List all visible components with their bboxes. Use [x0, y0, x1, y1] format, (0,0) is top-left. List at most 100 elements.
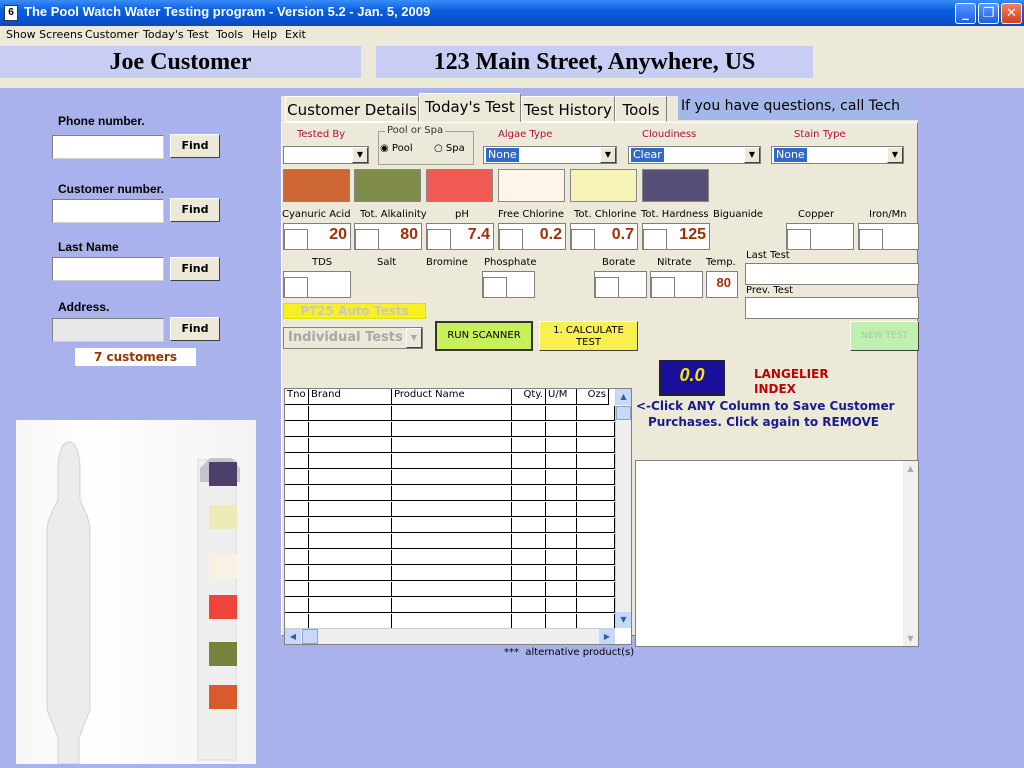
table-cell[interactable]: [285, 502, 309, 517]
find-address-button[interactable]: Find: [170, 317, 220, 341]
scroll-down-icon[interactable]: ▼: [616, 612, 631, 628]
table-cell[interactable]: [577, 470, 615, 485]
table-cell[interactable]: [309, 486, 392, 501]
table-cell[interactable]: [285, 566, 309, 581]
table-cell[interactable]: [392, 470, 512, 485]
ph-checkbox[interactable]: [427, 229, 451, 250]
table-cell[interactable]: [546, 470, 577, 485]
tab-test-history[interactable]: Test History: [521, 96, 615, 122]
table-cell[interactable]: [546, 566, 577, 581]
total-alkalinity-checkbox[interactable]: [355, 229, 379, 250]
table-cell[interactable]: [577, 566, 615, 581]
menu-exit[interactable]: Exit: [285, 28, 306, 41]
find-customer-number-button[interactable]: Find: [170, 198, 220, 222]
table-cell[interactable]: [392, 406, 512, 421]
scroll-right-icon[interactable]: ▶: [599, 629, 615, 644]
iron-mn-checkbox[interactable]: [859, 229, 883, 250]
borate-checkbox[interactable]: [595, 277, 619, 298]
table-cell[interactable]: [546, 518, 577, 533]
table-cell[interactable]: [309, 454, 392, 469]
table-cell[interactable]: [285, 406, 309, 421]
phosphate-input[interactable]: [482, 271, 535, 298]
purchases-scrollbar[interactable]: ▲ ▼: [903, 461, 918, 646]
table-cell[interactable]: [512, 438, 546, 453]
table-cell[interactable]: [309, 422, 392, 437]
tab-customer-details[interactable]: Customer Details: [285, 96, 419, 122]
table-cell[interactable]: [577, 502, 615, 517]
menu-customer[interactable]: Customer: [85, 28, 138, 41]
tab-tools[interactable]: Tools: [615, 96, 667, 122]
table-cell[interactable]: [512, 614, 546, 629]
table-cell[interactable]: [285, 486, 309, 501]
table-cell[interactable]: [546, 486, 577, 501]
total-hardness-checkbox[interactable]: [643, 229, 667, 250]
table-cell[interactable]: [285, 438, 309, 453]
column-header-ozs[interactable]: Ozs: [577, 389, 609, 405]
table-cell[interactable]: [577, 582, 615, 597]
total-hardness-input[interactable]: 125: [642, 223, 710, 250]
table-cell[interactable]: [285, 470, 309, 485]
table-cell[interactable]: [309, 582, 392, 597]
nitrate-checkbox[interactable]: [651, 277, 675, 298]
color-swatch-5[interactable]: [570, 169, 637, 202]
individual-tests-select[interactable]: Individual Tests ▼: [283, 327, 423, 349]
run-scanner-button[interactable]: RUN SCANNER: [435, 321, 533, 351]
pool-radio[interactable]: ◉ Pool: [380, 143, 413, 154]
cloudiness-select[interactable]: Clear ▼: [628, 146, 761, 164]
customer-number-input[interactable]: [52, 199, 164, 223]
table-cell[interactable]: [285, 454, 309, 469]
last-name-input[interactable]: [52, 257, 164, 281]
cyanuric-acid-checkbox[interactable]: [284, 229, 308, 250]
tds-checkbox[interactable]: [284, 277, 308, 298]
table-cell[interactable]: [577, 518, 615, 533]
table-cell[interactable]: [546, 422, 577, 437]
table-cell[interactable]: [577, 422, 615, 437]
tds-input[interactable]: [283, 271, 351, 298]
menu-tools[interactable]: Tools: [216, 28, 243, 41]
chevron-down-icon[interactable]: ▼: [406, 328, 422, 348]
table-cell[interactable]: [512, 582, 546, 597]
cyanuric-acid-input[interactable]: 20: [283, 223, 351, 250]
color-swatch-6[interactable]: [642, 169, 709, 202]
calculate-test-button[interactable]: 1. CALCULATE TEST: [539, 321, 638, 351]
table-cell[interactable]: [309, 598, 392, 613]
copper-checkbox[interactable]: [787, 229, 811, 250]
table-cell[interactable]: [546, 582, 577, 597]
vertical-scrollbar[interactable]: ▲ ▼: [615, 389, 631, 628]
table-cell[interactable]: [285, 582, 309, 597]
table-cell[interactable]: [546, 454, 577, 469]
prev-test-field[interactable]: [745, 297, 919, 319]
table-cell[interactable]: [309, 470, 392, 485]
table-cell[interactable]: [285, 598, 309, 613]
table-cell[interactable]: [392, 486, 512, 501]
table-cell[interactable]: [577, 454, 615, 469]
table-cell[interactable]: [309, 518, 392, 533]
table-cell[interactable]: [577, 486, 615, 501]
ph-input[interactable]: 7.4: [426, 223, 494, 250]
chevron-down-icon[interactable]: ▼: [744, 147, 760, 163]
color-swatch-4[interactable]: [498, 169, 565, 202]
table-cell[interactable]: [512, 406, 546, 421]
color-swatch-2[interactable]: [354, 169, 421, 202]
total-alkalinity-input[interactable]: 80: [354, 223, 422, 250]
hscroll-thumb[interactable]: [302, 629, 318, 644]
find-last-name-button[interactable]: Find: [170, 257, 220, 281]
table-cell[interactable]: [512, 470, 546, 485]
table-cell[interactable]: [512, 454, 546, 469]
table-cell[interactable]: [512, 598, 546, 613]
menu-todays-test[interactable]: Today's Test: [143, 28, 209, 41]
table-cell[interactable]: [512, 518, 546, 533]
table-cell[interactable]: [512, 502, 546, 517]
products-table[interactable]: Tno Brand Product Name Qty. U/M Ozs ▲ ▼ …: [284, 388, 632, 645]
iron-mn-input[interactable]: [858, 223, 919, 250]
table-cell[interactable]: [309, 534, 392, 549]
table-cell[interactable]: [546, 614, 577, 629]
table-cell[interactable]: [546, 406, 577, 421]
table-cell[interactable]: [285, 422, 309, 437]
column-header-product-name[interactable]: Product Name: [392, 389, 512, 405]
color-swatch-1[interactable]: [283, 169, 350, 202]
horizontal-scrollbar[interactable]: ◀ ▶: [285, 628, 615, 644]
address-input[interactable]: [52, 318, 164, 342]
table-cell[interactable]: [512, 566, 546, 581]
spa-radio[interactable]: ○ Spa: [434, 143, 465, 154]
